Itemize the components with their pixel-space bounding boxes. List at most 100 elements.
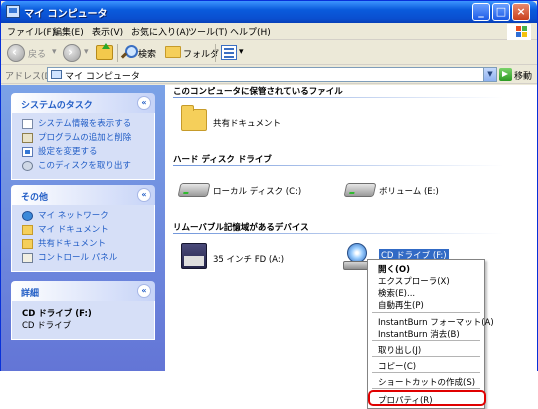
group-header-hard-disks: ハード ディスク ドライブ	[173, 155, 272, 165]
control-panel-icon	[22, 253, 33, 263]
folders-icon[interactable]	[165, 46, 181, 58]
properties-highlight-ring	[368, 390, 486, 406]
toolbar: ‹ 戻る ▾ › ▾ 検索 フォルダ ▾	[1, 41, 537, 65]
place-my-network[interactable]: マイ ネットワーク	[22, 209, 146, 223]
item-floppy-a[interactable]: 35 インチ FD (A:)	[213, 253, 284, 265]
context-menu: 開く(O) エクスプローラ(X) 検索(E)... 自動再生(P) Instan…	[367, 259, 494, 409]
place-my-documents[interactable]: マイ ドキュメント	[22, 223, 146, 237]
menu-instantburn-erase[interactable]: InstantBurn 消去(B)	[378, 328, 460, 340]
task-view-system-info[interactable]: システム情報を表示する	[22, 117, 146, 131]
place-label: マイ ドキュメント	[38, 225, 109, 235]
shared-documents-folder-icon[interactable]	[181, 105, 207, 131]
collapse-chevron-icon[interactable]: «	[137, 96, 151, 110]
address-bar: アドレス(D) マイ コンピュータ ▼ 移動	[1, 66, 537, 84]
collapse-chevron-icon[interactable]: «	[137, 284, 151, 298]
maximize-button[interactable]: □	[492, 3, 510, 21]
menu-copy[interactable]: コピー(C)	[378, 360, 416, 372]
menu-edit[interactable]: 編集(E)	[53, 25, 84, 38]
details-panel: 詳細 « CD ドライブ (F:) CD ドライブ	[11, 281, 155, 340]
menu-autoplay[interactable]: 自動再生(P)	[378, 299, 424, 311]
other-places-panel: その他 « マイ ネットワーク マイ ドキュメント 共有ドキュメント コントロー…	[11, 185, 155, 272]
place-shared-documents[interactable]: 共有ドキュメント	[22, 237, 146, 251]
my-computer-icon	[51, 70, 62, 79]
eject-disc-icon	[22, 161, 33, 171]
group-divider	[173, 165, 503, 166]
task-label: プログラムの追加と削除	[38, 133, 132, 143]
menu-separator	[372, 340, 480, 341]
back-button-label[interactable]: 戻る	[28, 47, 46, 60]
task-change-settings[interactable]: 設定を変更する	[22, 145, 146, 159]
window-title: マイ コンピュータ	[24, 9, 108, 20]
title-bar[interactable]: マイ コンピュータ _ □ ×	[1, 1, 537, 23]
task-eject-disc[interactable]: このディスクを取り出す	[22, 159, 146, 173]
task-label: 設定を変更する	[38, 147, 98, 157]
menu-view[interactable]: 表示(V)	[92, 25, 123, 38]
folder-icon	[22, 239, 33, 249]
menu-favorites[interactable]: お気に入り(A)	[131, 25, 189, 38]
menu-file[interactable]: ファイル(F)	[7, 25, 55, 38]
my-computer-icon	[6, 5, 20, 18]
menu-tools[interactable]: ツール(T)	[188, 25, 228, 38]
details-header[interactable]: 詳細 «	[11, 281, 155, 301]
menu-separator	[372, 372, 480, 373]
close-button[interactable]: ×	[512, 3, 530, 21]
menu-bar: ファイル(F) 編集(E) 表示(V) お気に入り(A) ツール(T) ヘルプ(…	[1, 23, 537, 40]
forward-arrow-icon[interactable]: ›	[63, 44, 81, 62]
floppy-drive-icon[interactable]	[181, 243, 207, 269]
group-divider	[173, 97, 503, 98]
go-button-label[interactable]: 移動	[514, 69, 532, 82]
menu-instantburn-format[interactable]: InstantBurn フォーマット(A)	[378, 316, 494, 328]
windows-logo-icon	[507, 24, 531, 40]
task-label: システム情報を表示する	[38, 119, 132, 129]
toolbar-separator	[215, 44, 216, 62]
address-value: マイ コンピュータ	[65, 72, 140, 82]
group-header-stored-files: このコンピュータに保管されているファイル	[173, 87, 343, 97]
menu-create-shortcut[interactable]: ショートカットの作成(S)	[378, 376, 475, 388]
views-icon[interactable]	[221, 45, 237, 60]
system-tasks-title: システムのタスク	[21, 101, 93, 111]
folder-up-icon[interactable]	[96, 43, 113, 60]
back-dropdown-icon[interactable]: ▾	[52, 47, 57, 57]
menu-eject[interactable]: 取り出し(J)	[378, 344, 421, 356]
system-tasks-header[interactable]: システムのタスク «	[11, 93, 155, 113]
place-label: 共有ドキュメント	[38, 239, 107, 249]
details-item-type: CD ドライブ	[22, 321, 72, 331]
menu-help[interactable]: ヘルプ(H)	[230, 25, 271, 38]
item-volume-e[interactable]: ボリューム (E:)	[379, 185, 439, 197]
forward-dropdown-icon[interactable]: ▾	[84, 47, 89, 57]
place-label: マイ ネットワーク	[38, 211, 109, 221]
collapse-chevron-icon[interactable]: «	[137, 188, 151, 202]
address-input[interactable]: マイ コンピュータ ▼	[47, 67, 497, 82]
system-tasks-panel: システムのタスク « システム情報を表示する プログラムの追加と削除 設定を変更…	[11, 93, 155, 180]
group-header-removable: リムーバブル記憶域があるデバイス	[173, 223, 309, 233]
item-shared-documents[interactable]: 共有ドキュメント	[213, 117, 281, 129]
details-title: 詳細	[21, 289, 40, 299]
search-button-label[interactable]: 検索	[138, 47, 156, 60]
menu-search[interactable]: 検索(E)...	[378, 287, 415, 299]
place-label: コントロール パネル	[38, 253, 118, 263]
task-add-remove-programs[interactable]: プログラムの追加と削除	[22, 131, 146, 145]
back-arrow-icon[interactable]: ‹	[7, 44, 25, 62]
folders-button-label[interactable]: フォルダ	[183, 47, 219, 60]
views-dropdown-icon[interactable]: ▾	[239, 47, 244, 57]
go-arrow-icon[interactable]	[499, 68, 512, 81]
local-disk-drive-icon[interactable]	[177, 183, 211, 197]
menu-separator	[372, 356, 480, 357]
network-icon	[22, 211, 33, 221]
system-info-icon	[22, 119, 33, 129]
menu-separator	[372, 388, 480, 389]
place-control-panel[interactable]: コントロール パネル	[22, 251, 146, 265]
item-local-disk-c[interactable]: ローカル ディスク (C:)	[213, 185, 301, 197]
volume-drive-icon[interactable]	[343, 183, 377, 197]
other-places-title: その他	[21, 193, 49, 203]
menu-explorer[interactable]: エクスプローラ(X)	[378, 275, 450, 287]
other-places-header[interactable]: その他 «	[11, 185, 155, 205]
search-icon[interactable]	[121, 45, 138, 59]
folder-icon	[22, 225, 33, 235]
menu-separator	[372, 312, 480, 313]
task-pane: システムのタスク « システム情報を表示する プログラムの追加と削除 設定を変更…	[1, 85, 165, 371]
address-dropdown-icon[interactable]: ▼	[483, 68, 496, 81]
group-divider	[173, 233, 503, 234]
minimize-button[interactable]: _	[472, 3, 490, 21]
menu-open[interactable]: 開く(O)	[378, 263, 410, 275]
